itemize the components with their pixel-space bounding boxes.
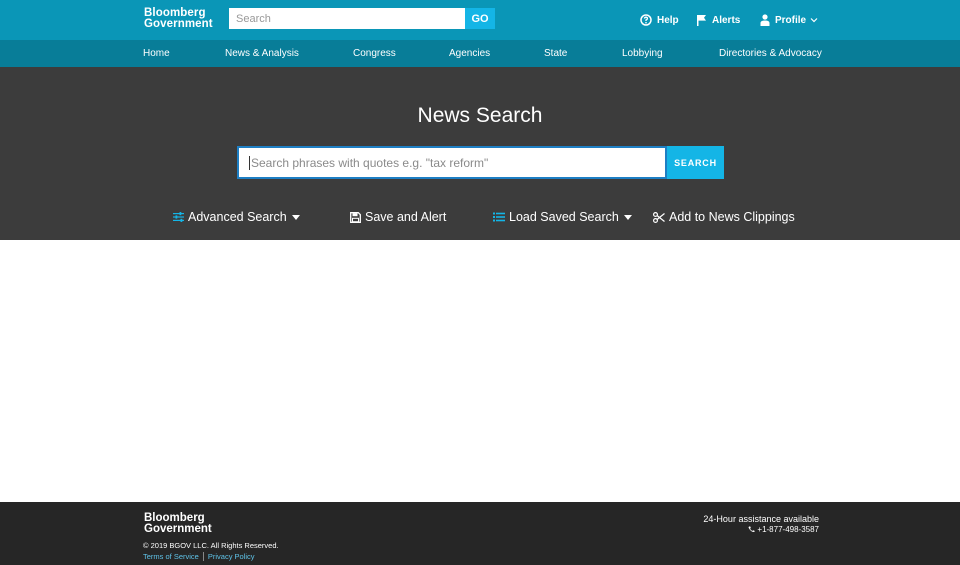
footer-link-divider	[202, 552, 204, 561]
footer-logo-line-2: Government	[144, 523, 212, 535]
nav-state[interactable]: State	[544, 40, 567, 67]
top-bar: Bloomberg Government Search GO Help Aler…	[0, 0, 960, 40]
logo-line-2: Government	[144, 18, 213, 30]
copyright: © 2019 BGOV LLC. All Rights Reserved.	[143, 541, 279, 550]
phone-icon	[748, 526, 755, 533]
support-phone-number: +1-877-498-3587	[757, 525, 819, 534]
text-caret	[249, 155, 250, 170]
nav-agencies[interactable]: Agencies	[449, 40, 490, 67]
profile-label: Profile	[775, 14, 807, 26]
sliders-icon	[173, 212, 184, 222]
terms-of-service-link[interactable]: Terms of Service	[143, 552, 199, 561]
support-phone[interactable]: +1-877-498-3587	[748, 525, 819, 534]
main-nav: Home News & Analysis Congress Agencies S…	[0, 40, 960, 67]
chevron-down-icon	[810, 18, 818, 23]
global-search-input[interactable]: Search	[229, 8, 465, 29]
footer: Bloomberg Government © 2019 BGOV LLC. Al…	[0, 502, 960, 565]
nav-home[interactable]: Home	[143, 40, 170, 67]
news-search-input[interactable]: Search phrases with quotes e.g. "tax ref…	[237, 146, 667, 179]
help-icon	[640, 14, 652, 26]
footer-logo: Bloomberg Government	[144, 512, 212, 535]
assistance-text: 24-Hour assistance available	[703, 514, 819, 524]
add-to-news-clippings-button[interactable]: Add to News Clippings	[653, 210, 795, 224]
save-and-alert-button[interactable]: Save and Alert	[350, 210, 446, 224]
help-link[interactable]: Help	[640, 14, 679, 26]
page-title: News Search	[417, 104, 543, 127]
caret-down-icon	[291, 214, 300, 220]
nav-news-analysis[interactable]: News & Analysis	[225, 40, 299, 67]
load-saved-search-toggle[interactable]: Load Saved Search	[493, 210, 632, 224]
list-icon	[493, 212, 505, 222]
load-saved-search-label: Load Saved Search	[509, 210, 619, 224]
profile-menu[interactable]: Profile	[760, 14, 818, 26]
bloomberg-government-logo[interactable]: Bloomberg Government	[144, 7, 213, 30]
nav-directories-advocacy[interactable]: Directories & Advocacy	[719, 40, 822, 67]
caret-down-icon	[623, 214, 632, 220]
global-search-go-button[interactable]: GO	[465, 8, 495, 29]
advanced-search-toggle[interactable]: Advanced Search	[173, 210, 300, 224]
save-icon	[350, 211, 361, 223]
advanced-search-label: Advanced Search	[188, 210, 287, 224]
save-and-alert-label: Save and Alert	[365, 210, 447, 224]
help-label: Help	[657, 14, 679, 26]
nav-lobbying[interactable]: Lobbying	[622, 40, 663, 67]
news-search-hero: News Search Search phrases with quotes e…	[0, 67, 960, 240]
news-search-placeholder: Search phrases with quotes e.g. "tax ref…	[251, 155, 489, 170]
nav-congress[interactable]: Congress	[353, 40, 396, 67]
privacy-policy-link[interactable]: Privacy Policy	[208, 552, 255, 561]
add-to-news-clippings-label: Add to News Clippings	[669, 210, 795, 224]
search-actions: Advanced Search Save and Alert Load Save…	[0, 210, 960, 228]
flag-icon	[697, 15, 706, 26]
news-search-button[interactable]: SEARCH	[667, 146, 724, 179]
alerts-link[interactable]: Alerts	[696, 14, 740, 26]
alerts-label: Alerts	[712, 14, 741, 26]
scissors-icon	[653, 211, 665, 223]
footer-links: Terms of Service Privacy Policy	[143, 552, 255, 561]
user-icon	[760, 14, 770, 26]
